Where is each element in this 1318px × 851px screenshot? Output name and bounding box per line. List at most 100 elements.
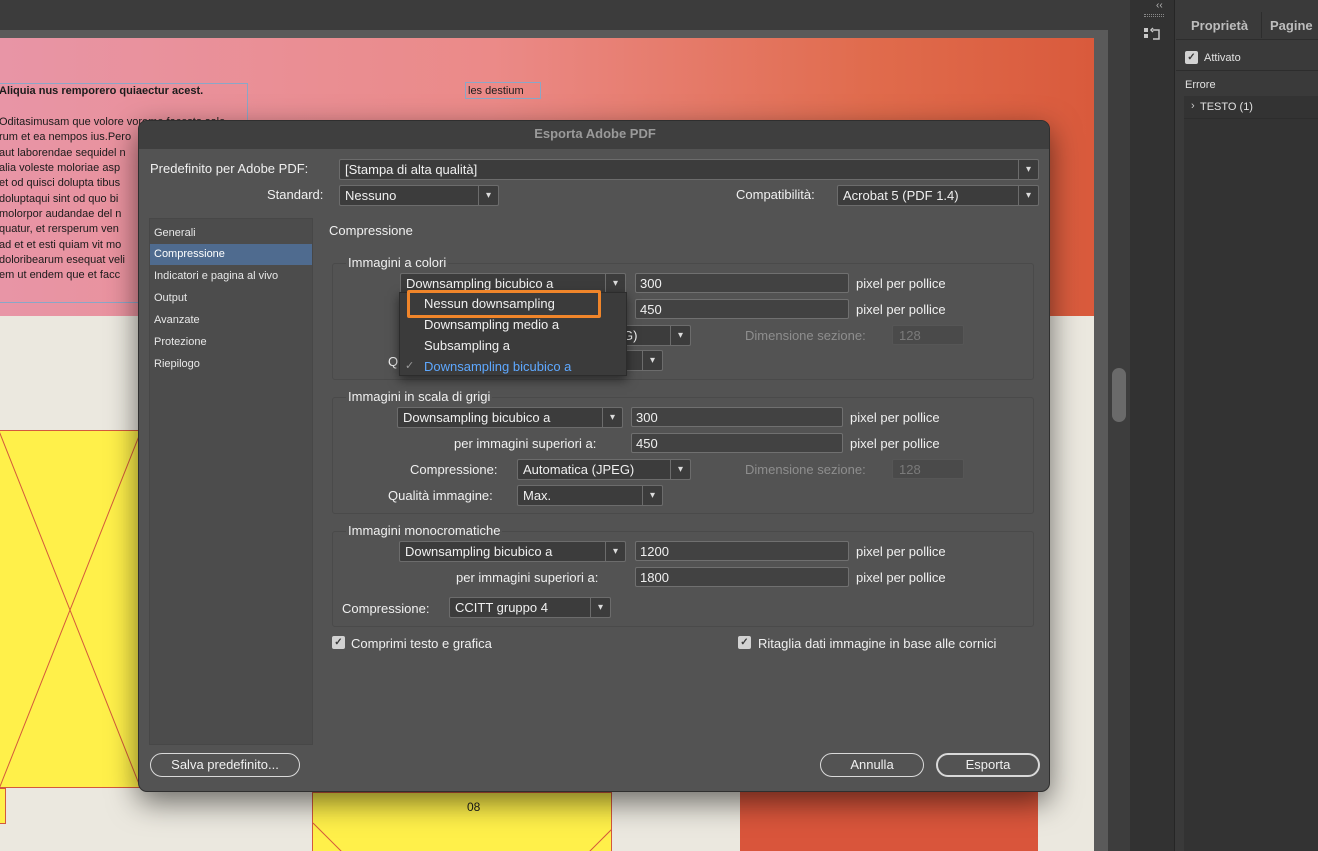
errors-label: Errore [1185, 79, 1216, 91]
vertical-scrollbar[interactable] [1108, 30, 1130, 851]
compress-text-checkbox[interactable]: ✓ [332, 636, 345, 649]
heading-text: Aliquia nus remporero quiaectur acest. [0, 85, 204, 97]
chevron-down-icon: ▾ [1018, 186, 1038, 205]
chevron-right-icon[interactable]: › [1191, 100, 1195, 112]
section-list: Generali Compressione Indicatori e pagin… [149, 218, 313, 745]
color-above-field[interactable]: 450 [635, 299, 849, 319]
scrollbar-thumb[interactable] [1112, 368, 1126, 422]
error-tree-item[interactable]: TESTO (1) [1200, 101, 1253, 113]
cancel-button[interactable]: Annulla [820, 753, 924, 777]
highlight-annotation-box [407, 290, 601, 318]
color-above-unit: pixel per pollice [856, 302, 946, 317]
placeholder-cross-icon [0, 432, 139, 787]
sidebar-item-output[interactable]: Output [150, 288, 312, 309]
sidebar-item-generali[interactable]: Generali [150, 223, 312, 244]
color-tile-field: 128 [892, 325, 964, 345]
color-quality-label: Q [388, 354, 399, 369]
body-line: em ut endem que et facc [0, 269, 121, 281]
body-line: doloribearum esequat veli [0, 254, 125, 266]
menu-item-average-downsampling[interactable]: Downsampling medio a [424, 317, 559, 332]
image-placeholder-frame[interactable] [312, 792, 612, 851]
chevron-down-icon: ▾ [602, 408, 622, 427]
error-list [1184, 96, 1318, 851]
tab-proprieta[interactable]: Proprietà [1191, 18, 1248, 33]
sidebar-item-protezione[interactable]: Protezione [150, 332, 312, 353]
gray-compression-dropdown[interactable]: Automatica (JPEG) ▾ [517, 459, 691, 480]
page-number: 08 [467, 800, 481, 814]
gray-quality-label: Qualità immagine: [388, 488, 493, 503]
chevron-down-icon: ▾ [1018, 160, 1038, 179]
mono-sampling-value: Downsampling bicubico a [405, 544, 553, 559]
color-ppi-field[interactable]: 300 [635, 273, 849, 293]
body-line: doluptaqui sint od quo bi [0, 193, 119, 205]
save-preset-button[interactable]: Salva predefinito... [150, 753, 300, 777]
mono-above-field[interactable]: 1800 [635, 567, 849, 587]
gray-quality-value: Max. [523, 488, 552, 503]
compat-dropdown[interactable]: Acrobat 5 (PDF 1.4) ▾ [837, 185, 1039, 206]
preflight-icon[interactable] [1143, 26, 1163, 44]
mono-images-title: Immagini monocromatiche [346, 523, 503, 538]
color-tile-label: Dimensione sezione: [745, 328, 866, 343]
standard-dropdown[interactable]: Nessuno ▾ [339, 185, 499, 206]
color-compression-dropdown[interactable]: G) ▾ [617, 325, 691, 346]
checkmark-icon: ✓ [405, 360, 415, 372]
crop-image-checkbox[interactable]: ✓ [738, 636, 751, 649]
menu-item-bicubic-downsampling[interactable]: Downsampling bicubico a [424, 359, 571, 374]
gray-sampling-dropdown[interactable]: Downsampling bicubico a ▾ [397, 407, 623, 428]
gray-above-field[interactable]: 450 [631, 433, 843, 453]
mono-compression-value: CCITT gruppo 4 [455, 600, 548, 615]
body-line: quatur, et rersperum ven [0, 223, 119, 235]
panel-tool-strip: ‹‹ [1130, 0, 1175, 851]
gray-tile-field: 128 [892, 459, 964, 479]
preset-dropdown[interactable]: [Stampa di alta qualità] ▾ [339, 159, 1039, 180]
mono-sampling-dropdown[interactable]: Downsampling bicubico a ▾ [399, 541, 626, 562]
sidebar-item-riepilogo[interactable]: Riepilogo [150, 354, 312, 375]
activated-checkbox[interactable]: ✓ [1185, 51, 1198, 64]
color-images-title: Immagini a colori [346, 255, 449, 270]
mono-above-label: per immagini superiori a: [456, 570, 599, 585]
sidebar-item-compressione[interactable]: Compressione [150, 244, 312, 265]
small-text-frame[interactable]: les destium [465, 82, 541, 99]
body-line: ad et et esti quiam vit mo [0, 239, 122, 251]
divider [1184, 118, 1318, 119]
gray-quality-dropdown[interactable]: Max. ▾ [517, 485, 663, 506]
gray-tile-label: Dimensione sezione: [745, 462, 866, 477]
menu-item-subsampling[interactable]: Subsampling a [424, 338, 510, 353]
properties-panel: Proprietà Pagine ✓ Attivato Errore › TES… [1176, 0, 1318, 851]
tab-pagine[interactable]: Pagine [1270, 18, 1313, 33]
mono-ppi-field[interactable]: 1200 [635, 541, 849, 561]
chevron-down-icon: ▾ [590, 598, 610, 617]
sidebar-item-avanzate[interactable]: Avanzate [150, 310, 312, 331]
activated-label: Attivato [1204, 52, 1241, 64]
section-title: Compressione [329, 223, 413, 238]
body-line: aut laborendae sequidel n [0, 147, 126, 159]
chevron-down-icon: ▾ [605, 542, 625, 561]
color-sampling-value: Downsampling bicubico a [406, 276, 554, 291]
placeholder-cross-icon [313, 822, 611, 851]
compat-value: Acrobat 5 (PDF 1.4) [843, 188, 959, 203]
small-frame-text: les destium [468, 85, 524, 97]
gray-images-title: Immagini in scala di grigi [346, 389, 493, 404]
orange-block [740, 792, 1038, 851]
collapse-panels-icon[interactable]: ‹‹ [1156, 0, 1163, 11]
mono-above-unit: pixel per pollice [856, 570, 946, 585]
export-button[interactable]: Esporta [936, 753, 1040, 777]
gray-ppi-field[interactable]: 300 [631, 407, 843, 427]
tab-divider [1261, 12, 1262, 38]
chevron-down-icon: ▾ [670, 326, 690, 345]
image-placeholder-frame[interactable] [0, 788, 6, 824]
image-placeholder-frame[interactable] [0, 430, 140, 788]
body-line: alia voleste moloriae asp [0, 162, 121, 174]
chevron-down-icon: ▾ [605, 274, 625, 293]
chevron-down-icon: ▾ [478, 186, 498, 205]
body-line: et od quisci dolupta tibus [0, 177, 121, 189]
sidebar-item-indicatori[interactable]: Indicatori e pagina al vivo [150, 266, 312, 287]
gray-sampling-value: Downsampling bicubico a [403, 410, 551, 425]
mono-compression-dropdown[interactable]: CCITT gruppo 4 ▾ [449, 597, 611, 618]
crop-image-label: Ritaglia dati immagine in base alle corn… [758, 636, 997, 651]
mono-ppi-unit: pixel per pollice [856, 544, 946, 559]
standard-label: Standard: [267, 187, 324, 202]
grip-icon[interactable] [1144, 14, 1164, 17]
color-ppi-unit: pixel per pollice [856, 276, 946, 291]
body-line: molorpor audandae del n [0, 208, 122, 220]
